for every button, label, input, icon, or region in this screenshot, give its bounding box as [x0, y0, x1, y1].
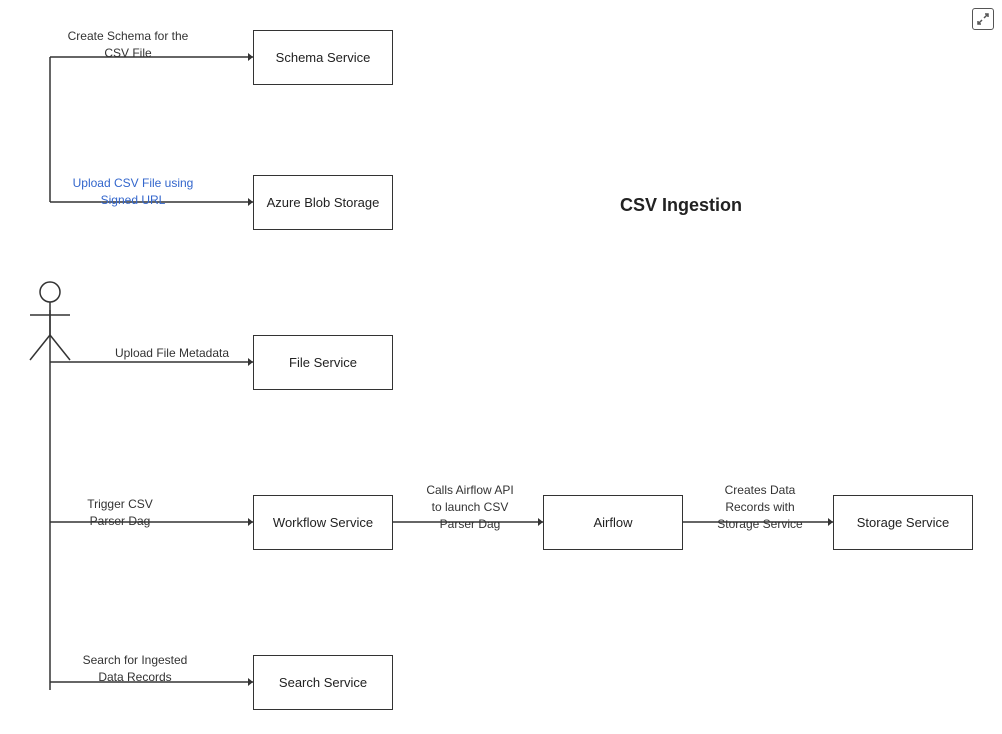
storage-service-box: Storage Service: [833, 495, 973, 550]
file-service-box: File Service: [253, 335, 393, 390]
diagram-title: CSV Ingestion: [620, 195, 742, 216]
actor-figure: [20, 280, 80, 370]
airflow-box: Airflow: [543, 495, 683, 550]
azure-blob-box: Azure Blob Storage: [253, 175, 393, 230]
schema-service-box: Schema Service: [253, 30, 393, 85]
search-service-box: Search Service: [253, 655, 393, 710]
diagram-container: CSV Ingestion Schema Service Azure Blob …: [0, 0, 1002, 734]
trigger-dag-label: Trigger CSVParser Dag: [65, 496, 175, 530]
search-ingested-label: Search for IngestedData Records: [65, 652, 205, 686]
calls-airflow-label: Calls Airflow APIto launch CSVParser Dag: [400, 482, 540, 532]
upload-metadata-label: Upload File Metadata: [97, 345, 247, 362]
expand-icon[interactable]: [972, 8, 994, 30]
workflow-service-box: Workflow Service: [253, 495, 393, 550]
creates-data-label: Creates DataRecords withStorage Service: [690, 482, 830, 532]
arrows-svg: [0, 0, 1002, 734]
create-schema-label: Create Schema for the CSV File: [63, 28, 193, 62]
upload-csv-label: Upload CSV File usingSigned URL: [63, 175, 203, 209]
